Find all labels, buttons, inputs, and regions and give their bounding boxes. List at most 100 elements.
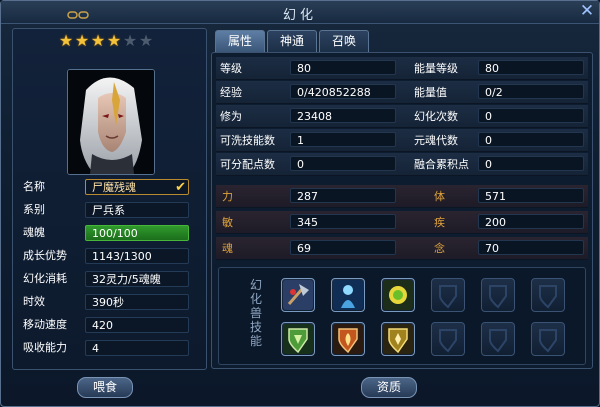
attr-label: 体 bbox=[434, 190, 445, 203]
star-icon: ★ bbox=[90, 31, 106, 50]
attr-label: 经验 bbox=[220, 86, 242, 99]
pet-skill-area: 幻化兽技能 bbox=[218, 267, 586, 365]
stat-label: 名称 bbox=[23, 180, 45, 193]
spirit-skill-icon bbox=[333, 280, 363, 310]
star-empty-icon: ★ bbox=[122, 31, 138, 50]
star-empty-icon: ★ bbox=[138, 31, 154, 50]
pet-name-field[interactable]: 尸魔残魂 ✔ bbox=[85, 179, 189, 195]
attr-row: 经验 0/420852288 能量值 0/2 bbox=[216, 81, 588, 104]
attr-value: 1 bbox=[290, 132, 396, 147]
fire-shield-skill-icon bbox=[333, 324, 363, 354]
empty-slot-icon bbox=[539, 285, 557, 309]
attr-label: 融合累积点 bbox=[414, 158, 469, 171]
stat-value: 尸魔残魂 bbox=[92, 181, 136, 194]
stat-label: 吸收能力 bbox=[23, 341, 67, 354]
attr-label: 幻化次数 bbox=[414, 110, 458, 123]
attr-value: 0 bbox=[290, 156, 396, 171]
attr-value: 0 bbox=[478, 156, 584, 171]
attr-label: 能量值 bbox=[414, 86, 447, 99]
skill-slot-empty[interactable] bbox=[531, 278, 565, 312]
attr-value: 287 bbox=[290, 188, 396, 203]
empty-slot-icon bbox=[439, 285, 457, 309]
attr-value: 80 bbox=[478, 60, 584, 75]
attr-label: 等级 bbox=[220, 62, 242, 75]
title-bar: 幻化 ✕ bbox=[1, 1, 599, 24]
aptitude-button[interactable]: 资质 bbox=[361, 377, 417, 398]
attr-value: 0/2 bbox=[478, 84, 584, 99]
stat-label: 时效 bbox=[23, 295, 45, 308]
empty-slot-icon bbox=[539, 329, 557, 353]
skill-slot-fire-shield[interactable] bbox=[331, 322, 365, 356]
stat-value: 390秒 bbox=[85, 294, 189, 310]
stat-label: 魂魄 bbox=[23, 226, 45, 239]
stat-label: 系别 bbox=[23, 203, 45, 216]
skill-slot-orb[interactable] bbox=[381, 278, 415, 312]
skill-slot-gold-shield[interactable] bbox=[381, 322, 415, 356]
feed-button[interactable]: 喂食 bbox=[77, 377, 133, 398]
attr-value: 0/420852288 bbox=[290, 84, 396, 99]
tab-summon[interactable]: 召唤 bbox=[319, 30, 369, 52]
attr-row: 力 287 体 571 bbox=[216, 185, 588, 208]
attr-row: 可洗技能数 1 元魂代数 0 bbox=[216, 129, 588, 152]
star-rating: ★ ★ ★ ★ ★ ★ bbox=[58, 32, 154, 50]
soul-progress-bar: 100/100 bbox=[85, 225, 189, 241]
attr-value: 0 bbox=[478, 132, 584, 147]
stat-value: 1143/1300 bbox=[85, 248, 189, 264]
stat-value: 4 bbox=[85, 340, 189, 356]
skill-slot-empty[interactable] bbox=[481, 278, 515, 312]
skill-slot-empty[interactable] bbox=[431, 322, 465, 356]
star-icon: ★ bbox=[106, 31, 122, 50]
attr-label: 力 bbox=[222, 190, 233, 203]
attr-value: 69 bbox=[290, 240, 396, 255]
attribute-panel: 等级 80 能量等级 80 经验 0/420852288 能量值 0/2 修为 … bbox=[211, 52, 593, 369]
attr-value: 23408 bbox=[290, 108, 396, 123]
attr-label: 魂 bbox=[222, 242, 233, 255]
attr-label: 可洗技能数 bbox=[220, 134, 275, 147]
attr-label: 念 bbox=[434, 242, 445, 255]
attr-label: 疾 bbox=[434, 216, 445, 229]
attr-value: 80 bbox=[290, 60, 396, 75]
attr-value: 345 bbox=[290, 214, 396, 229]
orb-skill-icon bbox=[383, 280, 413, 310]
check-icon: ✔ bbox=[175, 180, 186, 195]
attr-label: 修为 bbox=[220, 110, 242, 123]
pet-portrait bbox=[67, 69, 155, 175]
pet-info-panel: ★ ★ ★ ★ ★ ★ 名称 尸魔残魂 ✔ 系别 尸兵系 魂魄 100/100 … bbox=[12, 28, 207, 370]
attr-value: 200 bbox=[478, 214, 584, 229]
stat-label: 成长优势 bbox=[23, 249, 67, 262]
attr-label: 敏 bbox=[222, 216, 233, 229]
stat-value: 尸兵系 bbox=[85, 202, 189, 218]
empty-slot-icon bbox=[489, 285, 507, 309]
stat-value: 32灵力/5魂魄 bbox=[85, 271, 189, 287]
empty-slot-icon bbox=[439, 329, 457, 353]
skill-slot-empty[interactable] bbox=[481, 322, 515, 356]
skill-slot-empty[interactable] bbox=[431, 278, 465, 312]
attr-value: 0 bbox=[478, 108, 584, 123]
axe-skill-icon bbox=[283, 280, 313, 310]
attr-label: 可分配点数 bbox=[220, 158, 275, 171]
skill-slot-spirit[interactable] bbox=[331, 278, 365, 312]
attr-row: 修为 23408 幻化次数 0 bbox=[216, 105, 588, 128]
skill-caption: 幻化兽技能 bbox=[249, 278, 262, 348]
attr-row: 敏 345 疾 200 bbox=[216, 211, 588, 234]
star-icon: ★ bbox=[74, 31, 90, 50]
attr-label: 能量等级 bbox=[414, 62, 458, 75]
gold-shield-skill-icon bbox=[383, 324, 413, 354]
attr-row: 魂 69 念 70 bbox=[216, 237, 588, 260]
attr-value: 571 bbox=[478, 188, 584, 203]
star-icon: ★ bbox=[58, 31, 74, 50]
close-icon[interactable]: ✕ bbox=[578, 2, 596, 20]
empty-slot-icon bbox=[489, 329, 507, 353]
transform-window: 幻化 ✕ ★ ★ ★ ★ ★ ★ 名称 尸魔残魂 ✔ 系别 尸兵系 魂魄 100… bbox=[0, 0, 600, 407]
window-title: 幻化 bbox=[282, 8, 317, 23]
attr-row: 可分配点数 0 融合累积点 0 bbox=[216, 153, 588, 176]
attr-value: 70 bbox=[478, 240, 584, 255]
tab-attributes[interactable]: 属性 bbox=[215, 30, 265, 52]
skill-slot-empty[interactable] bbox=[531, 322, 565, 356]
stat-label: 幻化消耗 bbox=[23, 272, 67, 285]
tab-divine-power[interactable]: 神通 bbox=[267, 30, 317, 52]
attr-label: 元魂代数 bbox=[414, 134, 458, 147]
green-shield-skill-icon bbox=[283, 324, 313, 354]
skill-slot-axe[interactable] bbox=[281, 278, 315, 312]
skill-slot-green-shield[interactable] bbox=[281, 322, 315, 356]
